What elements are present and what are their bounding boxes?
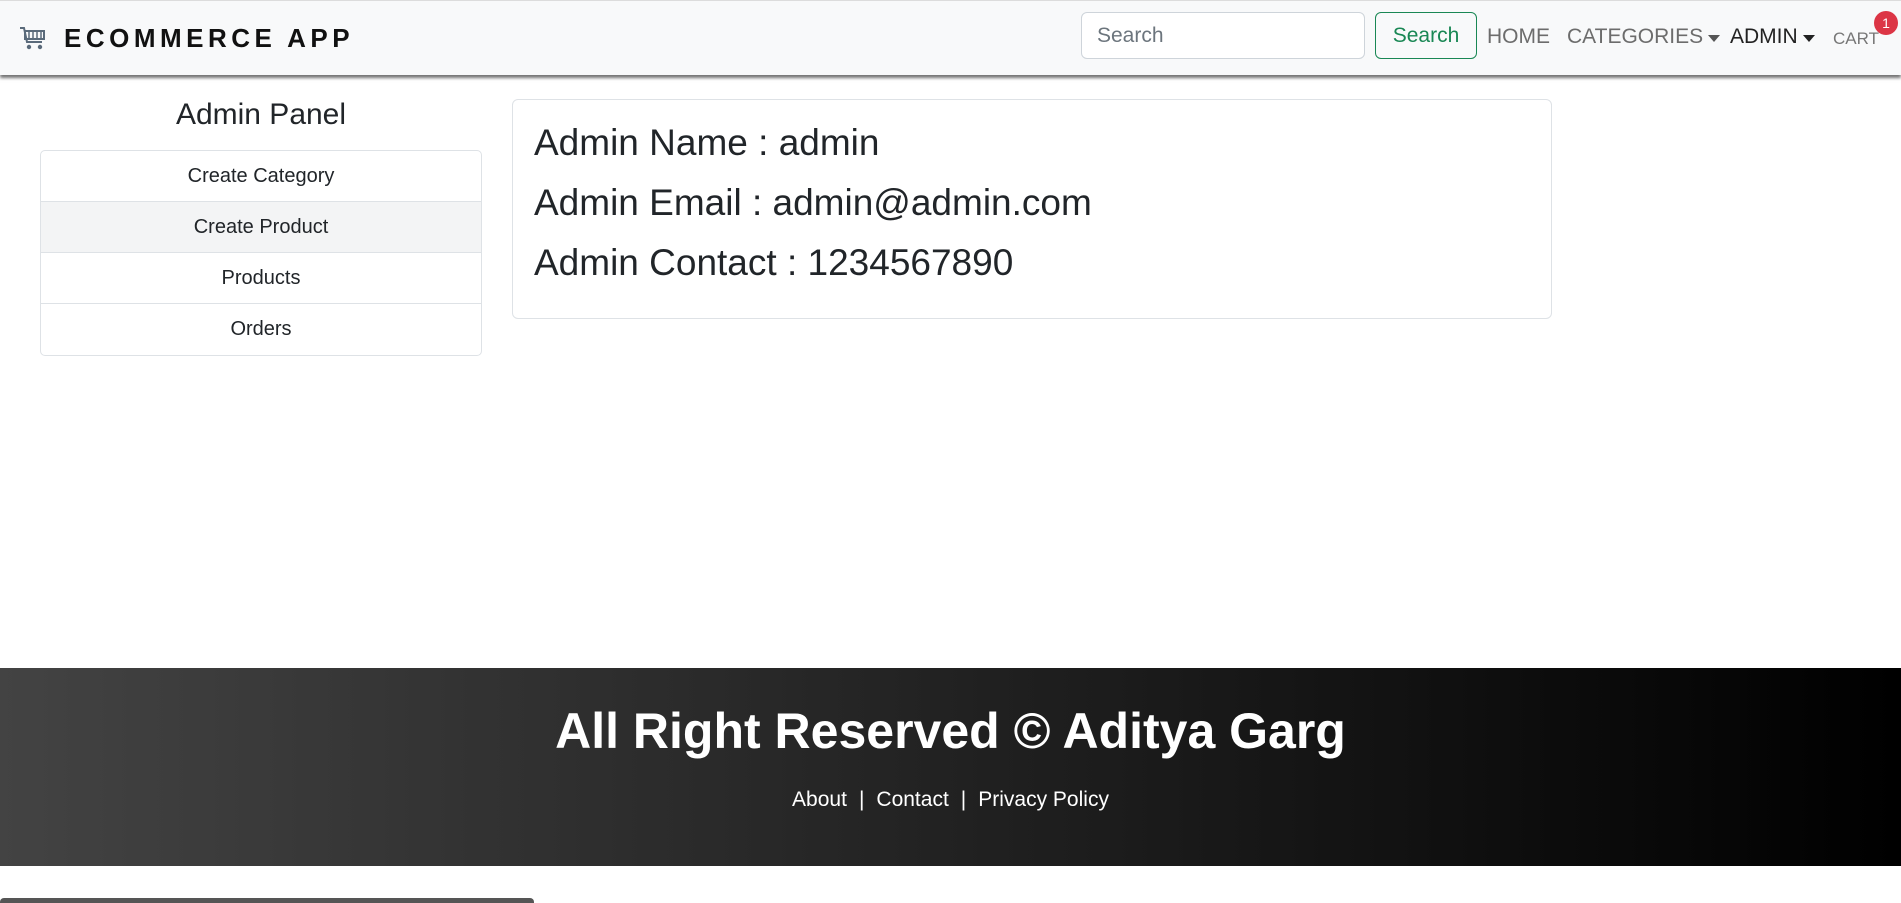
admin-email: Admin Email : admin@admin.com xyxy=(534,182,1092,223)
bottom-toast-edge xyxy=(0,898,534,903)
cart-count-badge: 1 xyxy=(1874,11,1898,35)
caret-down-icon xyxy=(1708,34,1721,42)
caret-down-icon xyxy=(1802,34,1815,42)
admin-info-card: Admin Name : admin Admin Email : admin@a… xyxy=(512,99,1552,319)
nav-categories-label: CATEGORIES xyxy=(1567,25,1704,48)
menu-item-create-product[interactable]: Create Product xyxy=(41,202,481,253)
menu-item-products[interactable]: Products xyxy=(41,253,481,304)
nav-categories-dropdown[interactable]: CATEGORIES xyxy=(1567,25,1721,49)
nav-admin-label: ADMIN xyxy=(1730,25,1798,48)
menu-item-create-category[interactable]: Create Category xyxy=(41,151,481,202)
footer-link-about[interactable]: About xyxy=(792,788,847,811)
nav-cart-link[interactable]: CART xyxy=(1833,29,1879,49)
nav-home-link[interactable]: HOME xyxy=(1487,25,1550,49)
admin-menu: Create Category Create Product Products … xyxy=(40,150,482,356)
nav-cart-label: CART xyxy=(1833,29,1879,48)
admin-contact: Admin Contact : 1234567890 xyxy=(534,242,1014,283)
footer-link-privacy-policy[interactable]: Privacy Policy xyxy=(978,788,1109,811)
search-button[interactable]: Search xyxy=(1375,12,1477,59)
brand-link[interactable]: ECOMMERCE APP xyxy=(18,21,354,55)
footer-separator: | xyxy=(858,788,865,811)
search-input[interactable] xyxy=(1081,12,1365,59)
admin-panel-title: Admin Panel xyxy=(175,98,347,131)
footer-link-contact[interactable]: Contact xyxy=(876,788,948,811)
brand-name: ECOMMERCE APP xyxy=(64,22,355,53)
menu-item-orders[interactable]: Orders xyxy=(41,304,481,355)
footer: All Right Reserved © Aditya Garg About | C… xyxy=(0,668,1901,866)
nav-home-label: HOME xyxy=(1487,25,1550,48)
footer-separator: | xyxy=(960,788,967,811)
nav-admin-dropdown[interactable]: ADMIN xyxy=(1730,25,1815,49)
footer-links: About | Contact | Privacy Policy xyxy=(0,788,1901,812)
shopping-cart-icon xyxy=(20,27,45,50)
admin-name: Admin Name : admin xyxy=(534,122,880,163)
footer-copyright: All Right Reserved © Aditya Garg xyxy=(555,703,1346,759)
top-navbar: ECOMMERCE APP Search HOME CATEGORIES ADM… xyxy=(0,0,1901,75)
